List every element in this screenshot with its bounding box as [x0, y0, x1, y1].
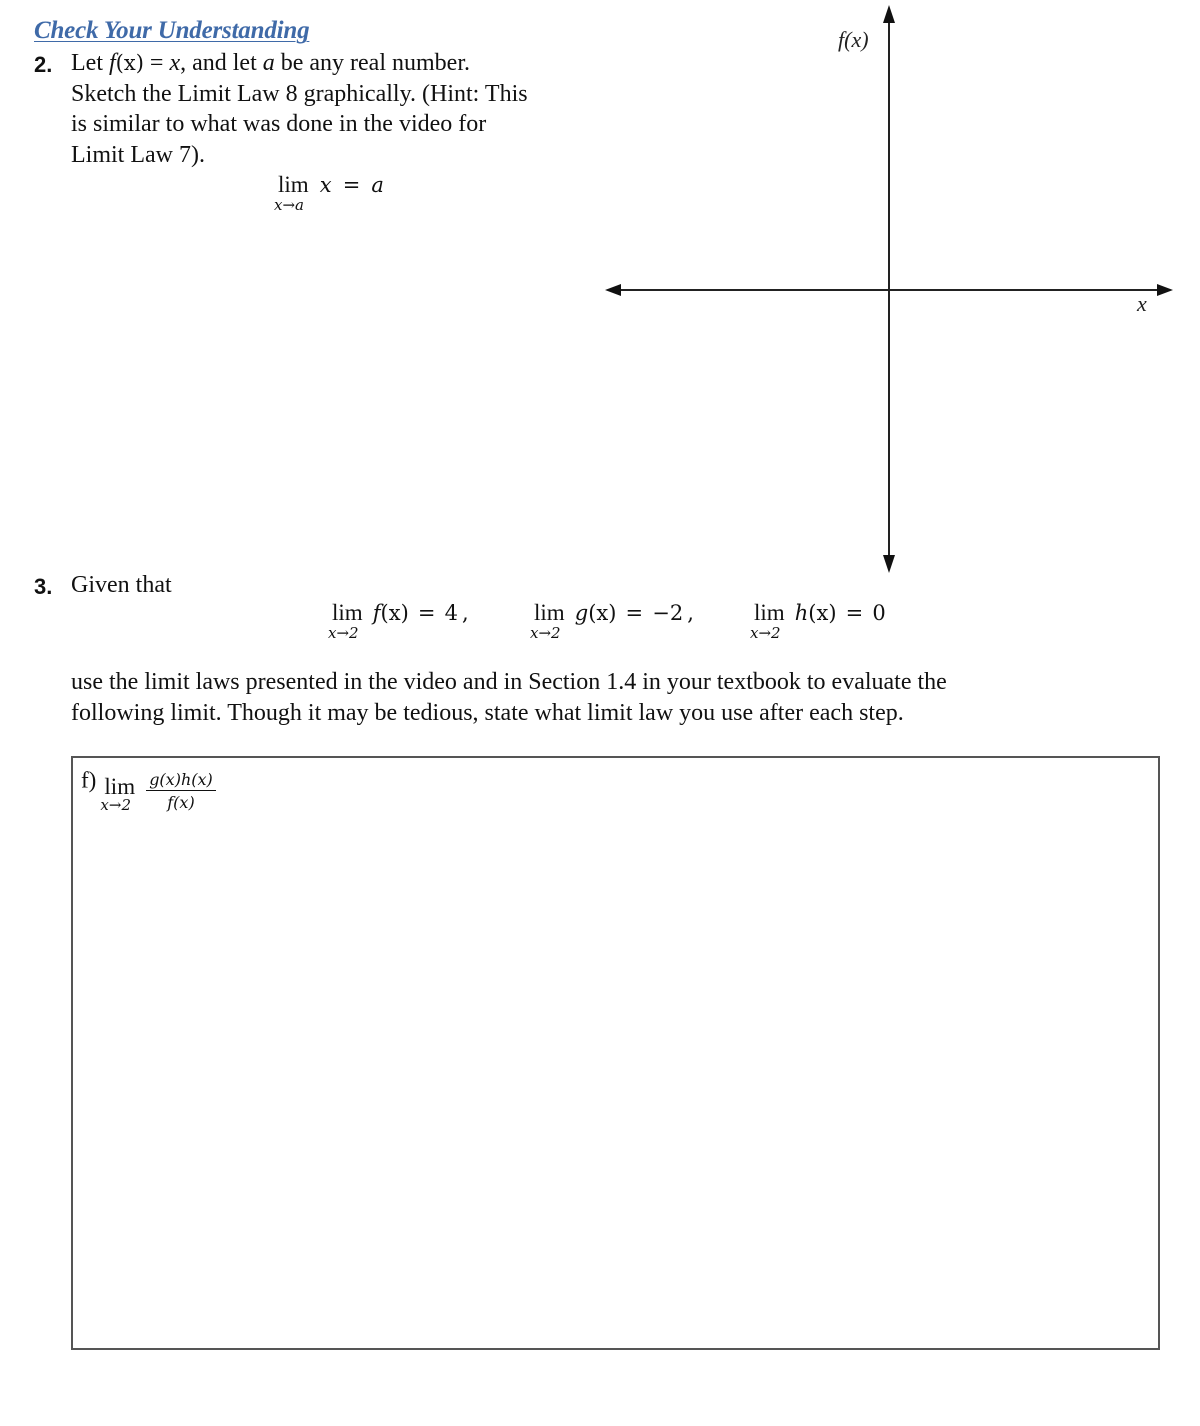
fn-name: g: [574, 601, 589, 625]
fraction-numerator: g(x)h(x): [146, 770, 216, 791]
fn-arg: (x): [808, 601, 837, 625]
y-axis-down-arrow-icon: [883, 555, 895, 573]
eq-sign: =: [845, 601, 864, 625]
fn-name: f: [372, 601, 381, 625]
question-3-intro: Given that: [71, 572, 172, 598]
limit-value: −2: [652, 601, 684, 625]
lim-operator: lim x→2: [100, 774, 135, 814]
lim-subscript: x→2: [530, 624, 561, 642]
lim-operator: lim x→2: [750, 600, 785, 642]
fn-name: h: [794, 601, 809, 625]
given-limit-h: lim x→2 h(x) = 0: [750, 600, 886, 642]
limit-value: 0: [872, 601, 886, 625]
lim-operator: lim x→2: [530, 600, 565, 642]
question-3-instructions: use the limit laws presented in the vide…: [71, 667, 1171, 728]
given-limit-f: lim x→2 f(x) = 4,: [328, 600, 469, 642]
y-axis-label: f(x): [838, 27, 869, 52]
lim-word: lim: [534, 600, 565, 625]
x-axis-label: x: [1136, 291, 1147, 316]
y-axis-up-arrow-icon: [883, 5, 895, 23]
x-axis-right-arrow-icon: [1157, 284, 1173, 296]
blank-coordinate-axes[interactable]: f(x) x: [0, 0, 1200, 600]
limit-value: 4: [444, 601, 458, 625]
fraction: g(x)h(x) f(x): [146, 770, 216, 812]
question-3-number: 3.: [34, 574, 53, 599]
part-f-label: f): [81, 767, 97, 793]
lim-subscript: x→2: [750, 624, 781, 642]
given-limit-g: lim x→2 g(x) = −2,: [530, 600, 694, 642]
eq-sign: =: [417, 601, 436, 625]
instructions-line-1: use the limit laws presented in the vide…: [71, 669, 947, 695]
lim-operator: lim x→2: [328, 600, 363, 642]
lim-subscript: x→2: [328, 624, 359, 642]
separator: ,: [687, 601, 694, 625]
separator: ,: [461, 601, 469, 625]
part-f-expression: f) lim x→2 g(x)h(x) f(x): [81, 762, 216, 814]
x-axis-left-arrow-icon: [605, 284, 621, 296]
instructions-line-2: following limit. Though it may be tediou…: [71, 699, 904, 726]
lim-word: lim: [754, 600, 785, 625]
answer-box[interactable]: [71, 756, 1160, 1350]
lim-subscript: x→2: [100, 795, 131, 814]
eq-sign: =: [625, 601, 644, 625]
lim-word: lim: [332, 600, 363, 625]
fn-arg: (x): [380, 601, 409, 625]
fn-arg: (x): [588, 601, 617, 625]
fraction-denominator: f(x): [167, 793, 195, 812]
